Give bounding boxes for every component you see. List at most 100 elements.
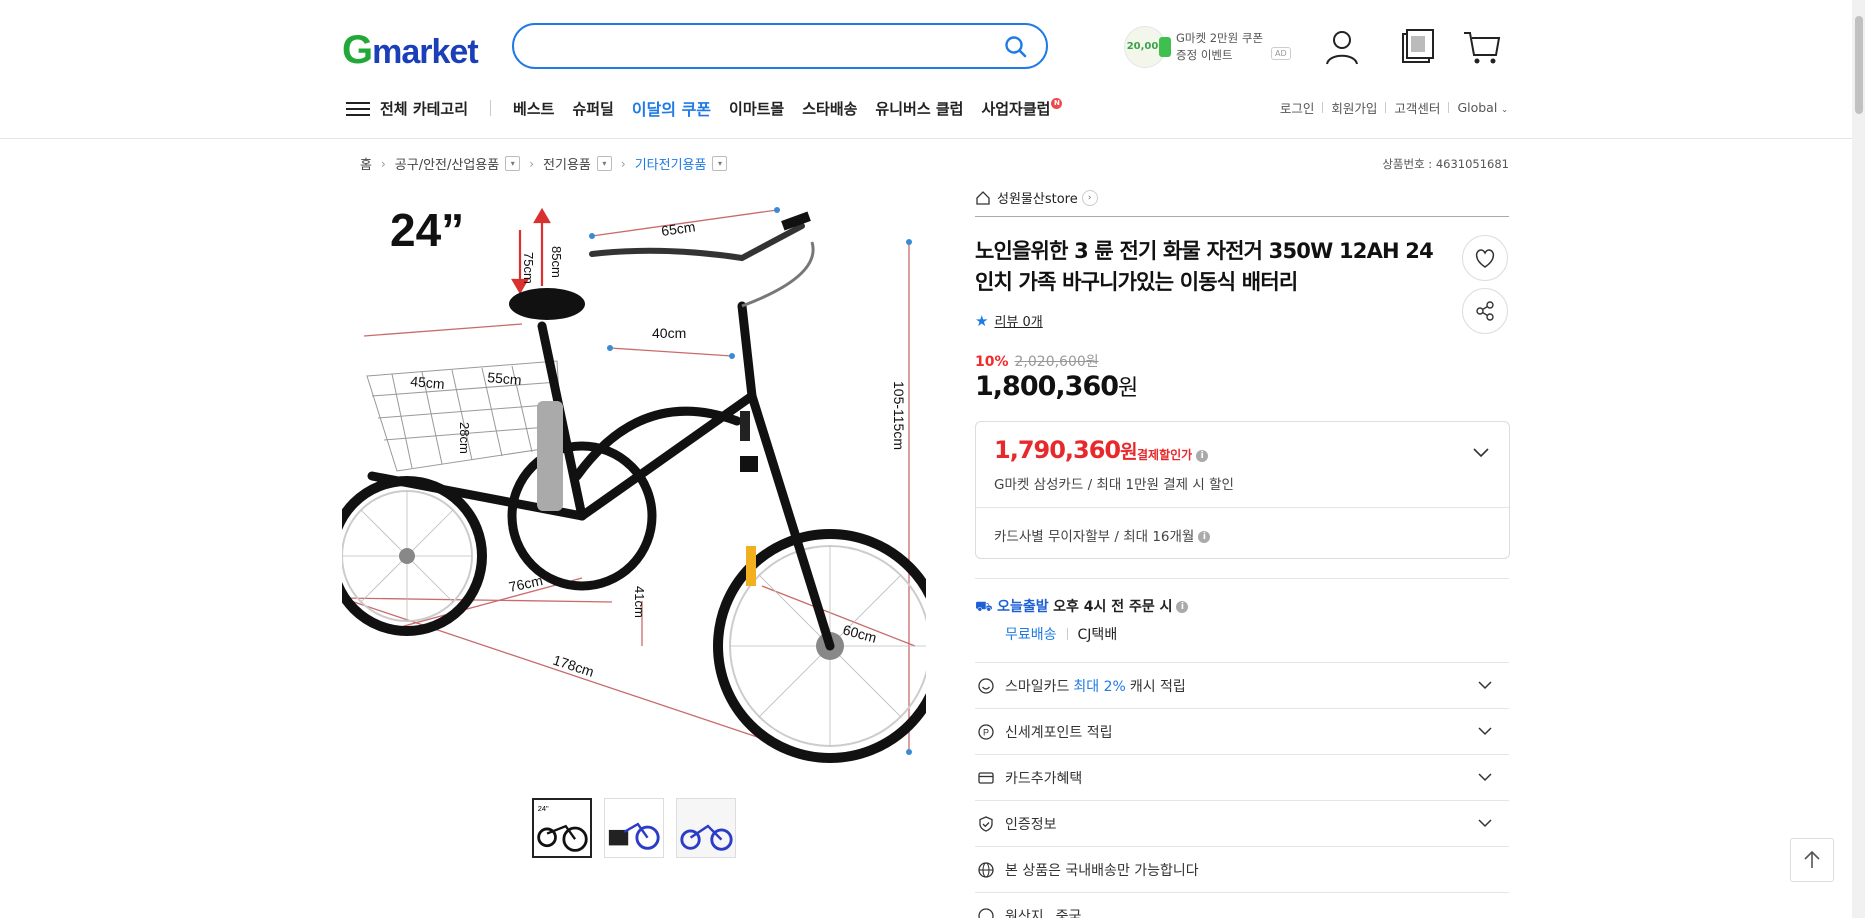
svg-text:105-115cm: 105-115cm <box>891 381 907 450</box>
svg-text:24": 24" <box>538 804 549 813</box>
card-discount-box: 1,790,360원 결제할인가 i G마켓 삼성카드 / 최대 1만원 결제 시… <box>975 421 1510 559</box>
login-link[interactable]: 로그인 <box>1280 98 1315 117</box>
share-icon <box>1476 301 1494 321</box>
home-icon <box>976 190 990 205</box>
card-discount-label[interactable]: 결제할인가 i <box>1137 446 1209 463</box>
breadcrumb-level2[interactable]: 전기용품 <box>543 154 591 173</box>
nav-universe-club[interactable]: 유니버스 클럽 <box>875 98 963 119</box>
nav-best[interactable]: 베스트 <box>513 98 554 119</box>
nav-monthly-coupon[interactable]: 이달의 쿠폰 <box>632 96 711 120</box>
discount-info: 10% 2,020,600원 <box>975 351 1099 371</box>
sale-price: 1,800,360원 <box>975 371 1138 402</box>
installment-info: 카드사별 무이자할부 / 최대 16개월 i <box>994 525 1211 545</box>
smile-icon <box>978 677 994 694</box>
info-icon[interactable]: i <box>1198 531 1211 543</box>
domestic-shipping-row: 본 상품은 국내배송만 가능합니다 <box>975 846 1509 892</box>
svg-text:40cm: 40cm <box>652 325 686 341</box>
certification-row[interactable]: 인증정보 <box>975 800 1509 846</box>
shipping-method: 무료배송 CJ택배 <box>1005 624 1117 644</box>
share-button[interactable] <box>1462 288 1508 334</box>
info-icon[interactable]: i <box>1196 449 1209 462</box>
dropdown-toggle-icon[interactable]: ▾ <box>505 156 521 171</box>
chevron-right-icon: › <box>620 156 626 171</box>
product-main-image[interactable]: 24” 65cm 85cm 75cm 40cm 45cm 55cm 28cm 1… <box>342 186 926 770</box>
scrollbar-thumb[interactable] <box>1855 16 1863 114</box>
dropdown-toggle-icon[interactable]: ▾ <box>596 156 612 171</box>
chevron-right-icon: › <box>529 156 535 171</box>
info-icon[interactable]: i <box>1176 601 1189 613</box>
origin-row: 원산지 중국 <box>975 892 1509 918</box>
customer-center-link[interactable]: 고객센터 <box>1394 98 1440 117</box>
shinsegae-point-row[interactable]: P 신세계포인트 적립 <box>975 708 1509 754</box>
card-discount-price: 1,790,360원 <box>994 436 1138 464</box>
scroll-to-top-button[interactable] <box>1790 838 1834 882</box>
point-icon: P <box>978 723 994 740</box>
chevron-down-icon <box>1478 681 1492 690</box>
all-categories-link[interactable]: 전체 카테고리 <box>380 98 468 119</box>
svg-text:28cm: 28cm <box>457 422 472 454</box>
promo-coupon-badge[interactable]: 20,000 <box>1124 26 1171 68</box>
nav-superdeal[interactable]: 슈퍼딜 <box>572 98 613 119</box>
my-account-icon[interactable] <box>1322 27 1362 67</box>
chevron-down-icon[interactable] <box>1471 442 1491 462</box>
card-benefit-row[interactable]: 카드추가혜택 <box>975 754 1509 800</box>
smile-card-row[interactable]: 스마일카드 최대 2% 캐시 적립 <box>975 662 1509 708</box>
arrow-up-icon <box>1804 850 1820 868</box>
product-thumbnail[interactable]: 24" <box>532 798 592 858</box>
nav-business-club[interactable]: 사업자클럽 N <box>981 97 1063 119</box>
globe-icon <box>978 861 994 878</box>
free-shipping: 무료배송 <box>1005 627 1057 643</box>
card-discount-desc: G마켓 삼성카드 / 최대 1만원 결제 시 할인 <box>994 477 1234 493</box>
header-divider <box>0 138 1852 139</box>
star-icon: ★ <box>975 311 989 330</box>
nav-emart[interactable]: 이마트몰 <box>729 98 784 119</box>
svg-text:55cm: 55cm <box>487 369 522 388</box>
chevron-down-icon: ⌄ <box>1501 105 1508 114</box>
recent-viewed-icon[interactable] <box>1397 27 1437 67</box>
chevron-down-icon <box>1478 727 1492 736</box>
menu-icon[interactable] <box>346 98 370 118</box>
svg-text:41cm: 41cm <box>632 586 647 618</box>
svg-text:85cm: 85cm <box>549 246 564 278</box>
chevron-down-icon <box>1478 773 1492 782</box>
shipping-today: ⛟ 오늘출발 오후 4시 전 주문 시i <box>975 596 1189 617</box>
signup-link[interactable]: 회원가입 <box>1331 98 1377 117</box>
store-link[interactable]: 성원물산store › <box>975 188 1098 207</box>
origin-icon <box>978 907 994 918</box>
ad-tag: AD <box>1271 47 1291 60</box>
global-dropdown[interactable]: Global ⌄ <box>1457 100 1508 115</box>
search-bar[interactable] <box>512 23 1048 69</box>
product-thumbnail[interactable] <box>676 798 736 858</box>
product-number: 상품번호 : 4631051681 <box>1382 157 1509 171</box>
main-nav: 전체 카테고리 베스트 슈퍼딜 이달의 쿠폰 이마트몰 스타배송 유니버스 클럽… <box>346 95 1080 121</box>
scrollbar[interactable] <box>1852 0 1865 918</box>
credit-card-icon <box>978 771 994 784</box>
breadcrumb-level1[interactable]: 공구/안전/산업용품 <box>395 154 499 173</box>
breadcrumb-home[interactable]: 홈 <box>360 154 372 173</box>
chevron-right-icon: › <box>380 156 386 171</box>
gmarket-logo[interactable]: Gmarket <box>342 28 479 73</box>
cart-icon[interactable] <box>1462 27 1502 67</box>
wishlist-button[interactable] <box>1462 235 1508 281</box>
courier: CJ택배 <box>1077 627 1118 643</box>
nav-star-delivery[interactable]: 스타배송 <box>802 98 857 119</box>
breadcrumb-level3[interactable]: 기타전기용품 <box>635 154 707 173</box>
chevron-right-icon: › <box>1081 189 1098 206</box>
product-thumbnail[interactable] <box>604 798 664 858</box>
heart-icon <box>1475 249 1495 268</box>
svg-text:75cm: 75cm <box>521 252 536 284</box>
discount-rate: 10% <box>975 354 1009 370</box>
original-price: 2,020,600원 <box>1014 354 1099 370</box>
svg-text:P: P <box>983 727 989 737</box>
new-badge: N <box>1051 97 1063 109</box>
svg-text:45cm: 45cm <box>410 373 445 392</box>
search-input[interactable] <box>532 33 982 59</box>
dropdown-toggle-icon[interactable]: ▾ <box>712 156 728 171</box>
chevron-down-icon <box>1478 819 1492 828</box>
product-title: 노인을위한 3 륜 전기 화물 자전거 350W 12AH 24인치 가족 바구… <box>975 239 1434 294</box>
utility-links: 로그인 회원가입 고객센터 Global ⌄ <box>1280 98 1508 117</box>
breadcrumb: 홈 › 공구/안전/산업용품 ▾ › 전기용품 ▾ › 기타전기용품 ▾ <box>360 154 728 173</box>
search-icon[interactable] <box>1004 35 1028 59</box>
review-link[interactable]: ★ 리뷰 0개 <box>975 311 1043 331</box>
shield-check-icon <box>979 815 993 832</box>
